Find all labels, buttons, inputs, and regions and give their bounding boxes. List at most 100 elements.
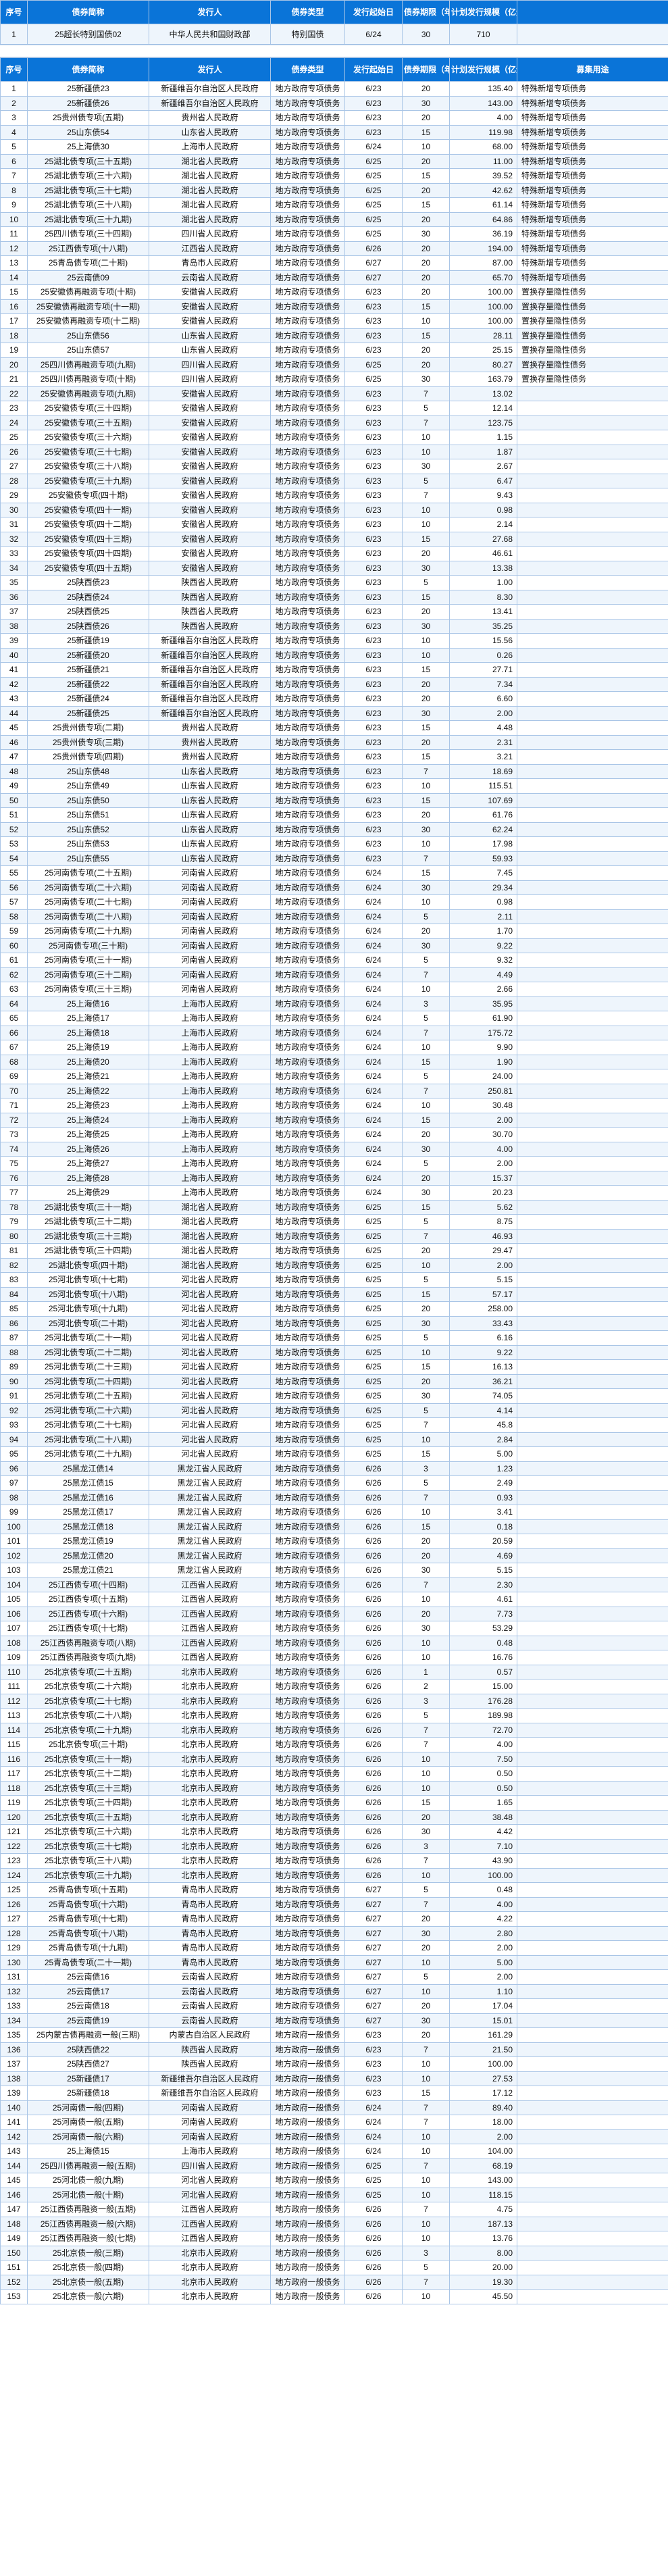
cell-index: 80 [0, 1228, 28, 1244]
cell-bond-name: 25河北债专项(二十九期) [27, 1446, 149, 1462]
cell-index: 147 [0, 2202, 28, 2217]
cell-bond-name: 25上海债16 [27, 996, 149, 1011]
table-row: 30 25安徽债专项(四十一期) 安徽省人民政府 地方政府专项债务 6/23 10 0.98 [0, 502, 668, 517]
cell-bond-name: 25江西债专项(十八期) [27, 241, 149, 256]
cell-bond-name: 25青岛债专项(二十一期) [27, 1954, 149, 1970]
table-row: 126 25青岛债专项(十六期) 青岛市人民政府 地方政府专项债务 6/27 7 4.00 [0, 1896, 668, 1912]
cell-issue-date: 6/23 [344, 531, 403, 547]
cell-issuer: 上海市人民政府 [149, 1185, 271, 1201]
cell-purpose [517, 1635, 668, 1650]
cell-bond-type: 地方政府专项债务 [270, 1272, 345, 1288]
cell-issue-date: 6/23 [344, 328, 403, 343]
table-row: 89 25河北债专项(二十三期) 河北省人民政府 地方政府专项债务 6/25 15 16.1… [0, 1359, 668, 1375]
cell-bond-type: 地方政府专项债务 [270, 1969, 345, 1985]
cell-planned-size: 20.23 [449, 1185, 517, 1201]
cell-planned-size: 68.19 [449, 2158, 517, 2173]
cell-planned-size: 4.42 [449, 1824, 517, 1840]
table-row: 108 25江西债再融资专项(八期) 江西省人民政府 地方政府专项债务 6/26 10 0.… [0, 1635, 668, 1650]
cell-purpose [517, 589, 668, 605]
cell-planned-size: 143.00 [449, 95, 517, 111]
table-row: 104 25江西债专项(十四期) 江西省人民政府 地方政府专项债务 6/26 7 2.30 [0, 1577, 668, 1592]
cell-planned-size: 5.15 [449, 1563, 517, 1578]
cell-issue-date: 6/25 [344, 1214, 403, 1230]
table-row: 74 25上海债26 上海市人民政府 地方政府专项债务 6/24 30 4.00 [0, 1141, 668, 1157]
cell-issue-date: 6/26 [344, 1737, 403, 1752]
cell-index: 87 [0, 1330, 28, 1346]
cell-bond-type: 地方政府专项债务 [270, 1708, 345, 1723]
cell-planned-size: 4.00 [449, 1737, 517, 1752]
cell-bond-type: 地方政府专项债务 [270, 1693, 345, 1709]
cell-index: 83 [0, 1272, 28, 1288]
cell-planned-size: 80.27 [449, 357, 517, 372]
cell-bond-type: 地方政府专项债务 [270, 1112, 345, 1128]
cell-issuer: 山东省人民政府 [149, 343, 271, 358]
cell-index: 22 [0, 386, 28, 401]
cell-bond-name: 25北京债专项(三十三期) [27, 1780, 149, 1796]
cell-bond-name: 25安徽债专项(四十二期) [27, 517, 149, 532]
table-spacer [0, 45, 668, 57]
cell-index: 125 [0, 1882, 28, 1898]
cell-issue-date: 6/23 [344, 124, 403, 140]
cell-term: 20 [402, 1998, 450, 2014]
cell-bond-type: 地方政府专项债务 [270, 1795, 345, 1811]
cell-planned-size: 74.05 [449, 1388, 517, 1404]
table-row: 2 25新疆债26 新疆维吾尔自治区人民政府 地方政府专项债务 6/23 30 143.00… [0, 95, 668, 111]
cell-bond-name: 25河南债专项(二十七期) [27, 894, 149, 910]
cell-bond-name: 25四川债再融资专项(九期) [27, 357, 149, 372]
cell-purpose [517, 778, 668, 794]
cell-bond-type: 地方政府专项债务 [270, 1809, 345, 1825]
cell-term: 10 [402, 1257, 450, 1273]
cell-purpose: 置换存量隐性债务 [517, 357, 668, 372]
cell-term: 10 [402, 1635, 450, 1650]
cell-bond-type: 地方政府专项债务 [270, 982, 345, 997]
cell-planned-size: 9.22 [449, 938, 517, 953]
cell-purpose [517, 1417, 668, 1433]
cell-purpose [517, 720, 668, 736]
cell-bond-name: 25上海债26 [27, 1141, 149, 1157]
cell-bond-name: 25湖北债专项(四十期) [27, 1257, 149, 1273]
cell-issuer: 湖北省人民政府 [149, 1214, 271, 1230]
cell-bond-name: 25河北债专项(二十八期) [27, 1432, 149, 1447]
cell-issuer: 安徽省人民政府 [149, 459, 271, 474]
cell-bond-type: 地方政府一般债务 [270, 2144, 345, 2159]
cell-purpose [517, 1475, 668, 1491]
cell-issue-date: 6/24 [344, 1069, 403, 1084]
cell-issue-date: 6/23 [344, 749, 403, 765]
cell-purpose [517, 1621, 668, 1636]
cell-bond-name: 25河南债专项(二十八期) [27, 909, 149, 924]
cell-term: 10 [402, 2129, 450, 2144]
cell-bond-name: 25四川债专项(三十四期) [27, 226, 149, 242]
cell-issuer: 上海市人民政府 [149, 1054, 271, 1069]
cell-purpose [517, 2042, 668, 2057]
cell-bond-type: 地方政府专项债务 [270, 211, 345, 227]
cell-bond-name: 25黑龙江债21 [27, 1563, 149, 1578]
cell-bond-type: 地方政府专项债务 [270, 1911, 345, 1927]
table-row: 67 25上海债19 上海市人民政府 地方政府专项债务 6/24 10 9.90 [0, 1040, 668, 1055]
cell-term: 10 [402, 1766, 450, 1782]
cell-term: 30 [402, 705, 450, 721]
cell-term: 10 [402, 1780, 450, 1796]
cell-issue-date: 6/25 [344, 1272, 403, 1288]
cell-purpose: 置换存量隐性债务 [517, 299, 668, 314]
cell-issuer: 贵州省人民政府 [149, 720, 271, 736]
cell-term: 20 [402, 1170, 450, 1186]
cell-purpose: 特殊新增专项债务 [517, 153, 668, 169]
table-row: 146 25河北债一般(十期) 河北省人民政府 地方政府一般债务 6/25 10 118.1… [0, 2187, 668, 2202]
cell-planned-size: 710 [449, 24, 517, 45]
table-row: 5 25上海债30 上海市人民政府 地方政府专项债务 6/24 10 68.00 特殊新增专项… [0, 139, 668, 155]
table-row: 116 25北京债专项(三十一期) 北京市人民政府 地方政府专项债务 6/26 10 7.5… [0, 1751, 668, 1767]
cell-index: 97 [0, 1475, 28, 1491]
cell-term: 30 [402, 938, 450, 953]
cell-bond-name: 25河北债专项(二十期) [27, 1315, 149, 1331]
cell-bond-name: 25北京债专项(三十八期) [27, 1853, 149, 1869]
cell-term: 10 [402, 647, 450, 663]
cell-bond-name: 25上海债24 [27, 1112, 149, 1128]
cell-bond-type: 地方政府专项债务 [270, 1098, 345, 1113]
cell-issue-date: 6/27 [344, 1998, 403, 2014]
cell-index: 12 [0, 241, 28, 256]
cell-bond-type: 地方政府专项债务 [270, 255, 345, 271]
header-purpose: 募集用途 [517, 57, 668, 82]
table-row: 19 25山东债57 山东省人民政府 地方政府专项债务 6/23 20 25.15 置换存量隐… [0, 343, 668, 358]
table-row: 127 25青岛债专项(十七期) 青岛市人民政府 地方政府专项债务 6/27 20 4.22 [0, 1911, 668, 1927]
cell-issue-date: 6/25 [344, 1228, 403, 1244]
